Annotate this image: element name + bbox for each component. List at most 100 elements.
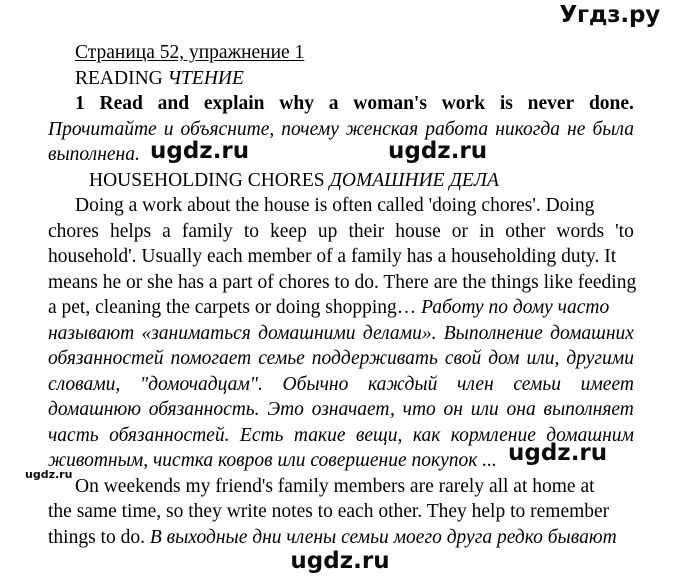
word: что <box>402 399 436 420</box>
word: «заниматься <box>141 322 251 344</box>
word: Выполнение <box>443 322 543 344</box>
word: "домочадцам". <box>139 373 263 395</box>
word: keep <box>270 220 307 242</box>
section-reading-heading: READING ЧТЕНИЕ <box>75 66 634 92</box>
word: помогает <box>170 348 252 369</box>
paragraph-line: means he or she has a part of chores to … <box>48 271 637 293</box>
word: делами». <box>362 322 437 344</box>
paragraph-line: обязанностей помогает семье поддерживать… <box>48 346 634 372</box>
word: a <box>162 220 171 242</box>
word: up <box>317 220 338 242</box>
word: называют <box>48 322 135 344</box>
translation-word: не <box>567 118 586 140</box>
task-word: work <box>441 93 486 114</box>
task-statement: 1 Read and explain why a woman's work is… <box>75 91 634 117</box>
word: домашним <box>546 424 634 446</box>
section-chores-heading: HOUSEHOLDING CHORES ДОМАШНИЕ ДЕЛА <box>89 168 634 194</box>
word: house <box>395 220 441 242</box>
word: означает, <box>311 399 395 420</box>
task-word: explain <box>203 93 265 114</box>
translation-word: и <box>163 118 174 140</box>
translation-word: Прочитайте <box>48 118 157 140</box>
task-word: never <box>527 93 575 114</box>
word: helps <box>109 220 152 242</box>
word: обязанностей <box>48 348 164 369</box>
word: or <box>451 220 469 242</box>
word: кормление <box>450 424 536 446</box>
paragraph-line: часть обязанностей. Есть такие вещи, как… <box>48 423 634 449</box>
paragraph-line: животным, чистка ковров или совершение п… <box>48 450 497 471</box>
word: имеет <box>580 373 634 395</box>
paragraph-line: Doing a work about the house is often ca… <box>75 195 595 216</box>
document-page: { "site": { "logo": "Угдз.ру", "watermar… <box>0 0 680 584</box>
task-number: 1 <box>75 93 85 114</box>
word: other <box>505 220 546 242</box>
translation-word: никогда <box>495 118 560 140</box>
translation-word: была <box>592 118 634 140</box>
word: Обычно <box>282 373 349 395</box>
paragraph-line: On weekends my friend's family members a… <box>75 475 595 497</box>
word: домашними <box>258 322 356 344</box>
word: chores <box>48 220 99 242</box>
translation-word: объясните, <box>180 118 275 140</box>
word: другими <box>566 348 634 369</box>
word: каждый <box>368 373 438 395</box>
sentence-ru: Работу по дому часто <box>421 297 610 318</box>
task-word: a <box>328 93 339 114</box>
word: обязанностей. <box>109 424 230 446</box>
sentence-en: things to do. <box>48 526 150 548</box>
word: 'to <box>615 220 634 242</box>
word: домашнюю <box>48 399 141 420</box>
sentence-en: a pet, cleaning the carpets or doing sho… <box>48 297 422 318</box>
word: он <box>443 399 463 420</box>
reading-label-ru: ЧТЕНИЕ <box>167 67 244 89</box>
paragraph-line: домашнюю обязанность. Это означает, что … <box>48 397 634 423</box>
word: часть <box>48 424 99 446</box>
task-translation-line: выполнена. <box>48 144 140 165</box>
paragraph-line: things to do. В выходные дни члены семьи… <box>48 525 634 551</box>
paragraph-line: словами, "домочадцам". Обычно каждый чле… <box>48 372 634 398</box>
word: свой <box>444 348 482 369</box>
word: семье <box>258 348 305 369</box>
word: дом <box>488 348 520 369</box>
word: домашних <box>550 322 634 344</box>
word: обязанность. <box>148 399 260 420</box>
word: член <box>457 373 494 395</box>
task-word: and <box>157 93 190 114</box>
site-logo: Угдз.ру <box>559 2 661 28</box>
sentence-ru: В выходные дни члены семьи моего друга р… <box>149 526 617 548</box>
word: their <box>348 220 385 242</box>
paragraph-line: the same time, so they write notes to ea… <box>48 501 610 522</box>
word: как <box>412 424 441 446</box>
page-exercise-heading: Страница 52, упражнение 1 <box>75 42 305 63</box>
word: выполняет <box>543 399 634 420</box>
translation-word: почему <box>281 118 339 140</box>
word: family <box>181 220 233 242</box>
word: или <box>470 399 499 420</box>
word: Это <box>267 399 304 420</box>
word: она <box>506 399 536 420</box>
word: семьи <box>513 373 561 395</box>
paragraph-line: chores helps a family to keep up their h… <box>48 219 634 245</box>
word: to <box>243 220 259 242</box>
task-word: done. <box>588 93 634 114</box>
paragraph-line: называют «заниматься домашними делами». … <box>48 321 634 347</box>
task-word: Read <box>99 93 143 114</box>
word: словами, <box>48 373 121 395</box>
paragraph-line: a pet, cleaning the carpets or doing sho… <box>48 295 634 321</box>
paragraph-line: household'. Usually each member of a fam… <box>48 246 617 267</box>
word: поддерживать <box>311 348 438 369</box>
reading-label-en: READING <box>75 67 168 89</box>
translation-word: женская <box>345 118 419 140</box>
chores-label-en: HOUSEHOLDING CHORES <box>89 169 330 191</box>
task-word: woman's <box>353 93 427 114</box>
word: words <box>556 220 605 242</box>
task-word: is <box>499 93 513 114</box>
translation-word: работа <box>425 118 489 140</box>
word: Есть <box>239 424 284 446</box>
word: in <box>479 220 495 242</box>
document-body: Страница 52, упражнение 1 READING ЧТЕНИЕ… <box>48 40 637 551</box>
word: или, <box>526 348 560 369</box>
task-word: why <box>279 93 314 114</box>
task-translation-line: Прочитайте и объясните, почему женская р… <box>48 117 634 143</box>
